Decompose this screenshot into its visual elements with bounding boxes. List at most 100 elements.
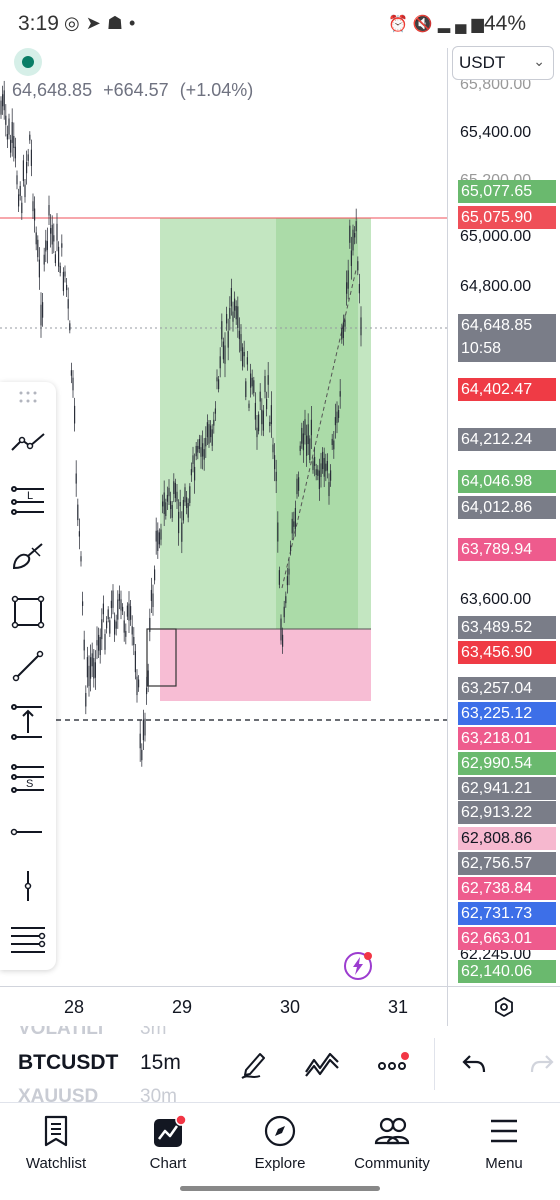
chart-canvas[interactable] — [0, 48, 447, 986]
candle-body — [110, 600, 112, 609]
candle-body — [10, 139, 12, 153]
chart-settings-button[interactable] — [447, 987, 560, 1027]
trend-line-tool[interactable] — [6, 420, 50, 464]
candle-body — [152, 593, 154, 607]
timeframe-picker-next[interactable]: 30m — [140, 1086, 177, 1102]
symbol-picker-current[interactable]: BTCUSDT — [18, 1051, 118, 1075]
axis-label: 63,600.00 — [460, 591, 532, 608]
price-tag: 63,489.52 — [458, 616, 556, 639]
candle-body — [43, 254, 45, 265]
candle-body — [112, 590, 114, 608]
candle-body — [26, 162, 28, 174]
candle-body — [194, 466, 196, 481]
price-tag: 62,663.01 — [458, 927, 556, 950]
candle-body — [197, 445, 199, 453]
undo-icon — [462, 1055, 486, 1073]
rectangle-tool[interactable] — [6, 590, 50, 634]
pen-icon — [241, 1053, 265, 1079]
time-label: 29 — [172, 997, 193, 1017]
short-position-tool[interactable]: S — [6, 756, 50, 800]
quick-trade-button[interactable] — [342, 950, 374, 982]
candle-body — [232, 311, 234, 322]
candle-body — [99, 636, 101, 656]
candle-body — [272, 444, 274, 453]
candle-body — [218, 379, 220, 390]
candle-body — [200, 447, 202, 457]
drag-handle-icon[interactable] — [18, 390, 38, 404]
symbol-picker-next[interactable]: XAUUSD — [18, 1086, 98, 1102]
more-options-button[interactable] — [370, 1044, 414, 1084]
chevron-down-icon: ⌄ — [533, 53, 545, 69]
price-axis[interactable]: 65,800.00 65,400.00 65,200.00 65,000.00 … — [447, 48, 560, 986]
indicators-button[interactable] — [300, 1044, 344, 1084]
quote-line: 64,648.85 +664.57 (+1.04%) — [12, 80, 259, 101]
candle-body — [277, 522, 279, 542]
more-tools-icon — [11, 927, 46, 953]
timeframe-picker-prev[interactable]: 3m — [140, 1026, 166, 1040]
axis-label: 65,400.00 — [460, 124, 532, 141]
candle-body — [5, 115, 7, 125]
live-indicator — [14, 48, 42, 76]
candle-body — [227, 331, 229, 348]
drawing-mode-button[interactable] — [232, 1044, 276, 1084]
candle-body — [82, 601, 84, 606]
nav-community[interactable]: Community — [336, 1111, 448, 1181]
symbol-picker-prev[interactable]: VOLATILI — [18, 1026, 103, 1040]
candle-body — [334, 417, 336, 426]
candle-body — [64, 271, 66, 277]
last-price-tag: 64,648.85 10:58 — [458, 314, 556, 362]
price-tag: 65,075.90 — [458, 206, 556, 229]
candle-body — [38, 259, 40, 278]
candle-body — [170, 501, 172, 510]
price-tag: 64,012.86 — [458, 496, 556, 519]
candle-body — [101, 619, 103, 640]
price-tag: 62,913.22 — [458, 801, 556, 824]
candle-body — [123, 620, 125, 633]
currency-select[interactable]: USDT ⌄ — [452, 46, 554, 80]
candle-body — [174, 482, 176, 499]
candle-body — [114, 619, 116, 635]
candle-body — [70, 370, 72, 376]
horizontal-line-icon — [10, 828, 42, 836]
candle-body — [149, 617, 151, 632]
nav-chart[interactable]: Chart — [112, 1111, 224, 1181]
time-axis[interactable]: 28 29 30 31 — [0, 986, 560, 1027]
alarm-icon: ⏰ — [388, 16, 413, 33]
candle-body — [24, 184, 26, 198]
nav-menu[interactable]: Menu — [448, 1111, 560, 1181]
brush-tool[interactable] — [6, 534, 50, 578]
candle-body — [6, 134, 8, 140]
candle-body — [83, 639, 85, 651]
line-tool[interactable] — [6, 644, 50, 688]
redo-button[interactable] — [520, 1044, 560, 1084]
candle-body — [187, 502, 189, 518]
long-position-tool[interactable]: L — [6, 478, 50, 522]
candle-body — [336, 411, 338, 423]
candle-body — [138, 679, 140, 688]
candle-body — [259, 391, 261, 402]
price-tag: 63,456.90 — [458, 641, 556, 664]
price-tag: 64,402.47 — [458, 378, 556, 401]
undo-button[interactable] — [452, 1044, 496, 1084]
long-position-loss-zone[interactable] — [160, 629, 371, 701]
vertical-line-tool[interactable] — [6, 864, 50, 908]
candle-body — [315, 469, 317, 475]
price-range-tool[interactable] — [6, 700, 50, 744]
more-tools-button[interactable] — [6, 918, 50, 962]
horizontal-ray-tool[interactable] — [6, 810, 50, 854]
candle-body — [19, 185, 21, 196]
candle-body — [210, 425, 212, 438]
candle-body — [189, 486, 191, 504]
candle-body — [352, 229, 354, 251]
timeframe-picker-current[interactable]: 15m — [140, 1051, 181, 1075]
candle-body — [299, 445, 301, 451]
snapchat-icon: ☗ — [106, 13, 129, 33]
chart-toolbar: VOLATILI BTCUSDT XAUUSD 3m 15m 30m — [0, 1026, 560, 1102]
candle-body — [109, 620, 111, 634]
candle-body — [275, 471, 277, 482]
nav-watchlist[interactable]: Watchlist — [0, 1111, 112, 1181]
candle-body — [325, 463, 327, 472]
candle-body — [21, 202, 23, 214]
candle-body — [130, 606, 132, 620]
nav-explore[interactable]: Explore — [224, 1111, 336, 1181]
